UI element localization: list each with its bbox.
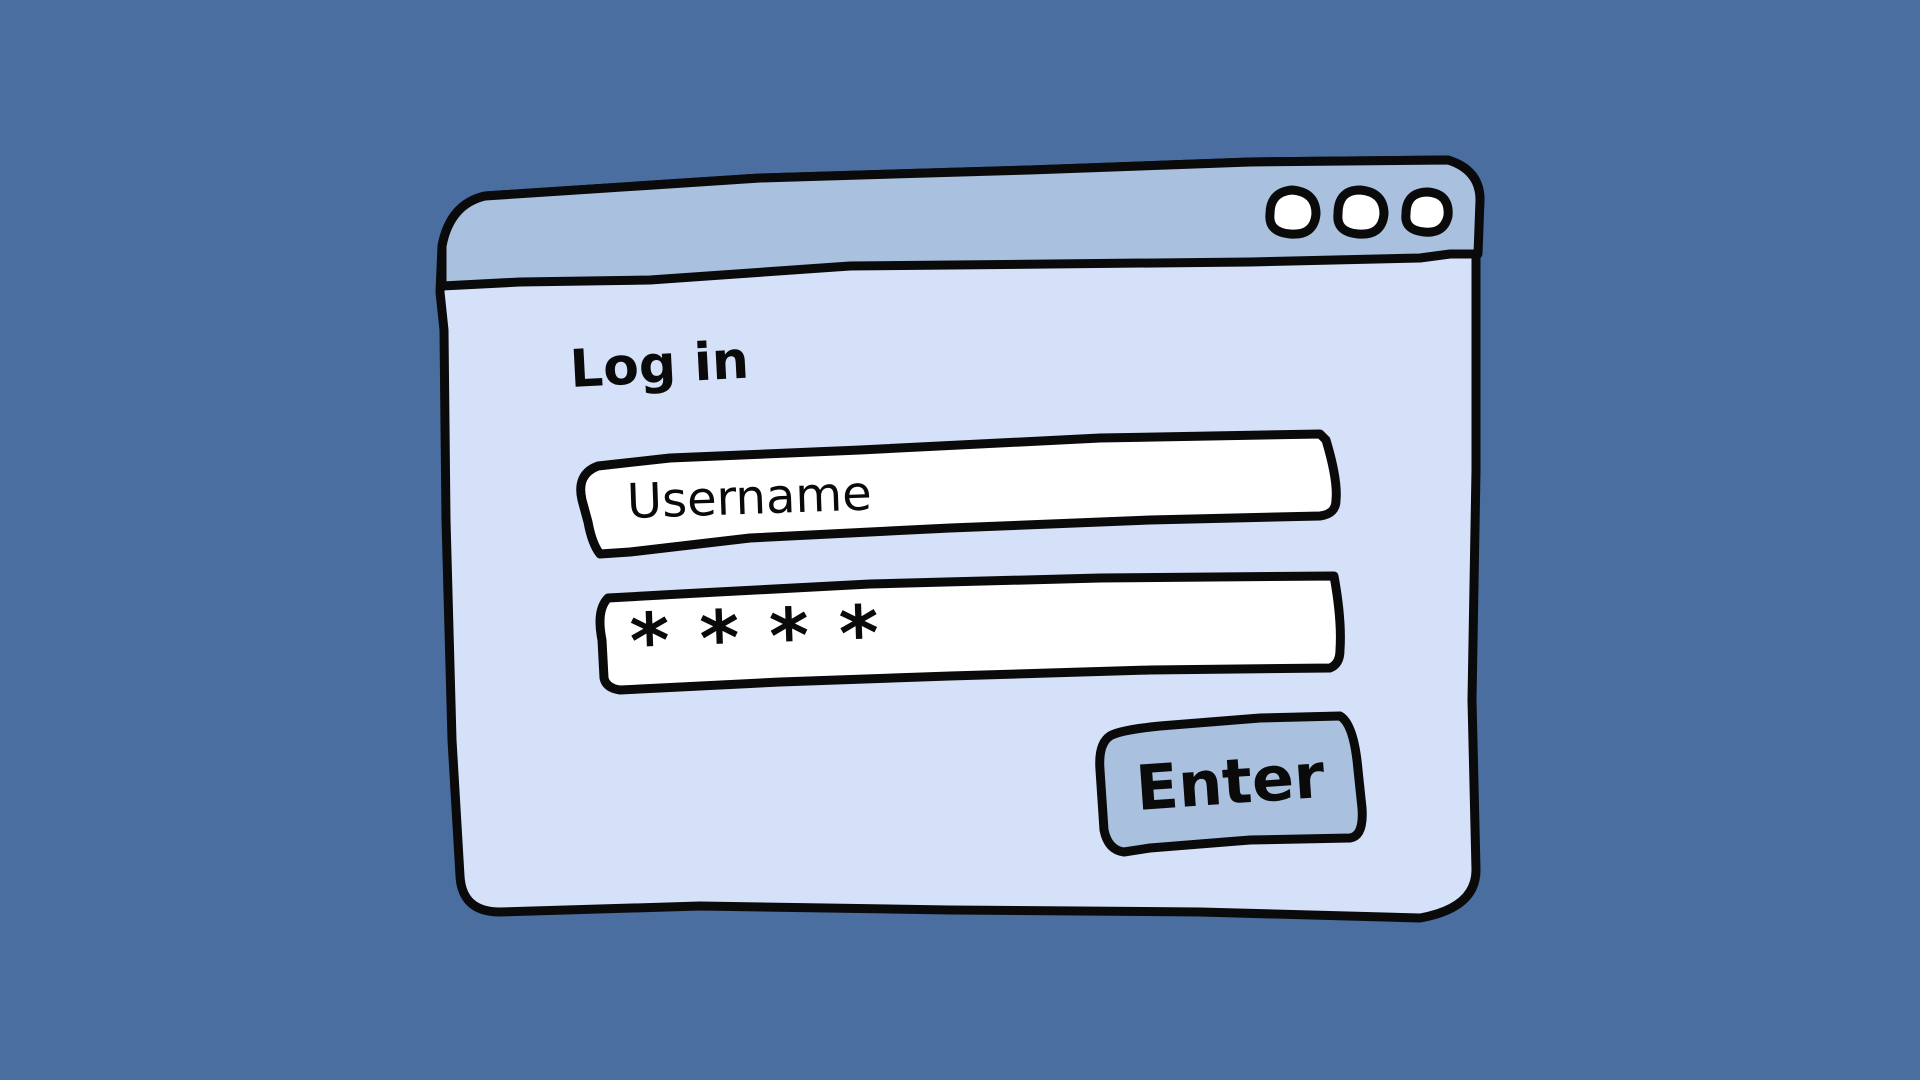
- password-value: ****: [628, 587, 911, 686]
- username-field[interactable]: Username: [585, 438, 1325, 548]
- username-placeholder: Username: [626, 465, 873, 530]
- window-control-3[interactable]: [1398, 186, 1454, 236]
- stage: Log in Username **** Enter: [0, 0, 1920, 1080]
- window-control-1[interactable]: [1262, 186, 1318, 236]
- window-control-2[interactable]: [1330, 186, 1386, 236]
- password-field[interactable]: ****: [598, 578, 1338, 688]
- enter-button-label: Enter: [1133, 738, 1327, 825]
- enter-button[interactable]: Enter: [1100, 718, 1370, 858]
- dialog-title: Log in: [568, 330, 751, 400]
